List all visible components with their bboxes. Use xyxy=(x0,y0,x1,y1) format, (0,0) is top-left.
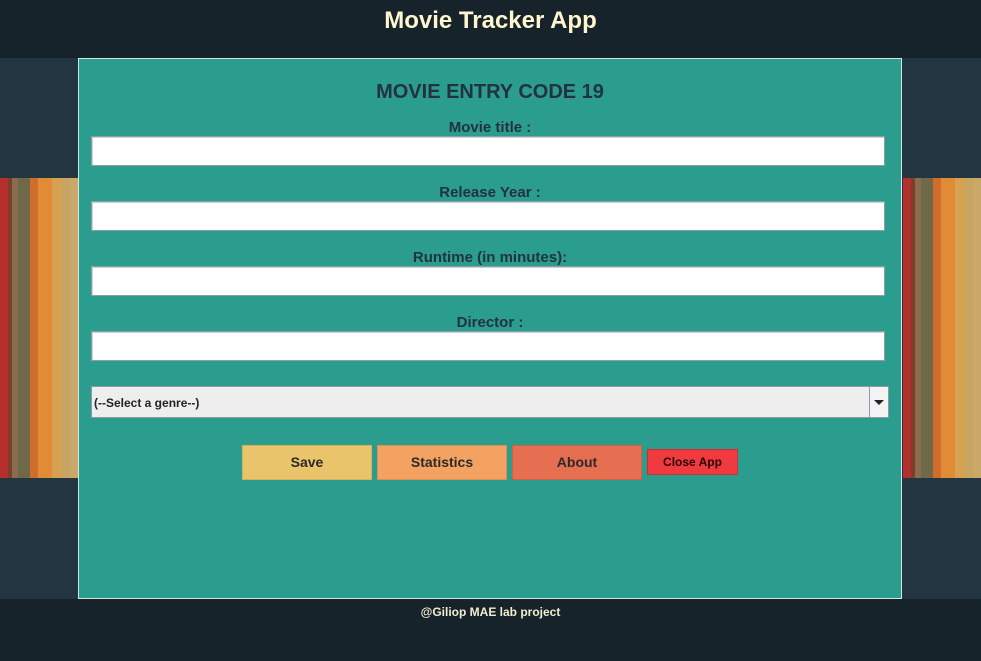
footer-text: @Giliop MAE lab project xyxy=(420,605,561,619)
statistics-button[interactable]: Statistics xyxy=(377,445,507,480)
director-label: Director : xyxy=(456,314,524,331)
app-header: Movie Tracker App xyxy=(0,0,981,58)
app-title: Movie Tracker App xyxy=(384,7,597,34)
decorative-stripes-right xyxy=(903,178,981,478)
runtime-label: Runtime (in minutes): xyxy=(412,249,568,266)
decorative-stripes-left xyxy=(0,178,78,478)
chevron-down-icon xyxy=(874,400,884,405)
movie-title-input[interactable] xyxy=(91,136,885,166)
genre-dropdown-button[interactable] xyxy=(869,387,888,417)
release-year-input[interactable] xyxy=(91,201,885,231)
genre-select[interactable]: (--Select a genre--) xyxy=(91,386,889,418)
form-heading: MOVIE ENTRY CODE 19 xyxy=(376,81,604,103)
save-button[interactable]: Save xyxy=(242,445,372,480)
genre-selected-value: (--Select a genre--) xyxy=(94,396,200,410)
director-input[interactable] xyxy=(91,331,885,361)
movie-entry-panel: MOVIE ENTRY CODE 19 Movie title : Releas… xyxy=(78,58,902,599)
movie-title-label: Movie title : xyxy=(448,119,532,136)
release-year-label: Release Year : xyxy=(439,184,541,201)
runtime-input[interactable] xyxy=(91,266,885,296)
about-button[interactable]: About xyxy=(512,445,642,480)
close-app-button[interactable]: Close App xyxy=(647,449,738,475)
